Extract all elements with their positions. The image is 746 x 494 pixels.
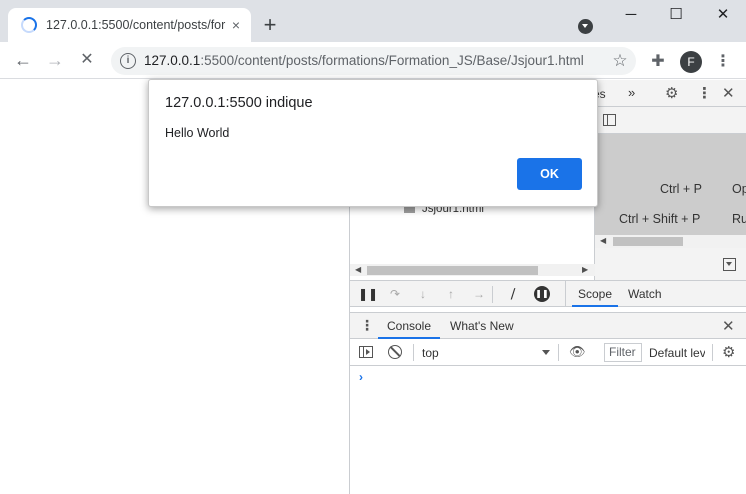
window-maximize-button[interactable]: ☐: [653, 0, 699, 30]
scroll-right-icon[interactable]: ▶: [582, 264, 588, 276]
window-minimize-button[interactable]: ─: [608, 0, 654, 30]
ok-button[interactable]: OK: [517, 158, 582, 190]
settings-gear-icon[interactable]: ⚙: [665, 84, 678, 102]
scrollbar-thumb[interactable]: [367, 266, 538, 275]
back-button[interactable]: ←: [9, 46, 37, 74]
console-toolbar: top 👁 Filter Default levels ⚙: [350, 339, 746, 366]
url-text[interactable]: 127.0.0.1:5500/content/posts/formations/…: [144, 53, 604, 69]
toggle-navigator-icon[interactable]: [603, 114, 616, 126]
editor-scrollbar[interactable]: ◀: [595, 235, 746, 248]
console-settings-gear-icon[interactable]: ⚙: [722, 343, 735, 361]
shortcut-keys: Ctrl + Shift + P: [619, 212, 701, 226]
tab-title: 127.0.0.1:5500/content/posts/formations/…: [46, 18, 226, 32]
pause-on-exceptions-icon[interactable]: ❚❚: [534, 286, 550, 302]
alert-dialog: 127.0.0.1:5500 indique Hello World OK: [148, 79, 598, 207]
editor-toolbar: [595, 107, 746, 134]
context-selector[interactable]: top: [422, 346, 439, 360]
tab-close-icon[interactable]: ×: [227, 16, 245, 34]
shortcut-action: Ru: [732, 212, 746, 226]
tab-console[interactable]: Console: [378, 313, 440, 339]
browser-tab[interactable]: 127.0.0.1:5500/content/posts/formations/…: [8, 8, 251, 42]
editor-statusbar: [595, 248, 746, 280]
tab-search-icon[interactable]: [578, 19, 593, 34]
live-expression-eye-icon[interactable]: 👁: [569, 344, 586, 360]
deactivate-breakpoints-icon[interactable]: ⧸: [504, 286, 522, 302]
debugger-toolbar: ❚❚ ↷ ↓ ↑ → ⧸ ❚❚: [350, 280, 565, 307]
browser-toolbar: ← → ✕ i 127.0.0.1:5500/content/posts/for…: [0, 42, 746, 79]
step-over-icon[interactable]: ↷: [386, 286, 404, 302]
console-filter-input[interactable]: Filter: [604, 343, 642, 362]
scroll-left-icon[interactable]: ◀: [600, 235, 606, 247]
tab-scope[interactable]: Scope: [572, 281, 618, 307]
devtools-close-icon[interactable]: ✕: [722, 84, 735, 102]
log-levels-dropdown[interactable]: Default levels: [649, 346, 705, 360]
stop-loading-button[interactable]: ✕: [73, 46, 101, 74]
editor-placeholder: Ctrl + P Op Ctrl + Shift + P Ru: [595, 134, 746, 235]
devtools-menu-icon[interactable]: ⋮: [697, 84, 712, 102]
bookmark-star-icon[interactable]: ☆: [610, 51, 630, 71]
tab-strip: 127.0.0.1:5500/content/posts/formations/…: [0, 0, 746, 42]
shortcut-keys: Ctrl + P: [660, 182, 703, 196]
step-icon[interactable]: →: [470, 286, 488, 302]
info-icon[interactable]: i: [120, 53, 136, 69]
step-out-icon[interactable]: ↑: [442, 286, 460, 302]
step-into-icon[interactable]: ↓: [414, 286, 432, 302]
pause-script-icon[interactable]: ❚❚: [358, 286, 378, 302]
shortcut-action: Op: [732, 182, 746, 196]
alert-title: 127.0.0.1:5500 indique: [165, 95, 313, 111]
console-sidebar-icon[interactable]: [359, 346, 373, 358]
profile-avatar[interactable]: F: [680, 51, 702, 73]
toolbar-divider: [413, 344, 414, 361]
window-close-button[interactable]: ✕: [700, 0, 746, 30]
toolbar-divider: [492, 286, 493, 303]
scrollbar-thumb[interactable]: [613, 237, 683, 246]
browser-menu-icon[interactable]: ⋮: [712, 51, 734, 73]
forward-button[interactable]: →: [41, 46, 69, 74]
address-bar[interactable]: i 127.0.0.1:5500/content/posts/formation…: [111, 47, 636, 75]
console-prompt-icon[interactable]: ›: [359, 370, 363, 384]
drawer-menu-icon[interactable]: ⋮: [360, 317, 374, 334]
toolbar-divider: [558, 344, 559, 361]
scroll-left-icon[interactable]: ◀: [355, 264, 361, 276]
sidebar-tabs: Scope Watch: [565, 280, 746, 307]
toolbar-divider: [712, 344, 713, 361]
tab-whats-new[interactable]: What's New: [450, 313, 514, 339]
clear-console-icon[interactable]: [388, 345, 402, 359]
loading-spinner-icon: [21, 17, 37, 33]
alert-message: Hello World: [165, 126, 230, 140]
drawer-tabbar: ⋮ Console What's New ✕: [350, 312, 746, 339]
url-path: :5500/content/posts/formations/Formation…: [200, 53, 584, 68]
chevron-down-icon[interactable]: [542, 350, 550, 355]
more-tabs-icon[interactable]: »: [628, 85, 642, 100]
url-host: 127.0.0.1: [144, 53, 201, 68]
drawer-close-icon[interactable]: ✕: [722, 317, 735, 335]
toggle-debugger-icon[interactable]: [723, 258, 736, 271]
new-tab-button[interactable]: +: [258, 13, 282, 37]
navigator-scrollbar[interactable]: ◀ ▶: [350, 264, 595, 276]
extensions-puzzle-icon[interactable]: ✚: [647, 51, 669, 73]
tab-watch[interactable]: Watch: [628, 281, 662, 307]
